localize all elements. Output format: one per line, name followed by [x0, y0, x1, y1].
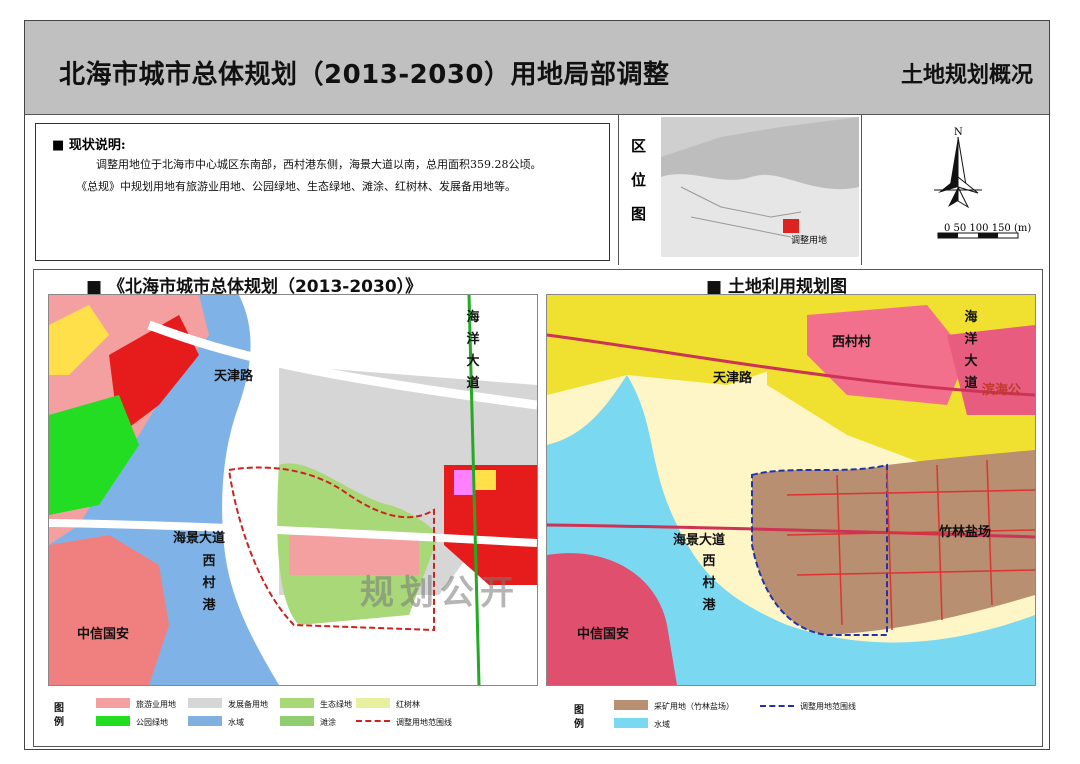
location-highlight: [783, 219, 799, 233]
maps-panel: ■ 《北海市城市总体规划（2013-2030）》 ■ 土地利用规划图 天津路 海…: [33, 269, 1043, 747]
left-legend-head: 图 例: [54, 702, 64, 730]
legend-swatch-boundary: [356, 720, 390, 722]
right-label-xicun: 西 村 港: [701, 551, 717, 617]
right-legend-head-1: 图: [574, 705, 584, 716]
left-label-haiyang: 海 洋 大 道: [465, 307, 481, 395]
right-xicun-3: 港: [702, 598, 716, 613]
watermark: 规划公开: [360, 573, 520, 613]
status-line-1: 调整用地位于北海市中心城区东南部，西村港东侧，海景大道以南，总用面积359.28…: [96, 158, 542, 171]
right-label-haijing: 海景大道: [673, 533, 726, 548]
left-xicun-2: 村: [202, 576, 216, 591]
right-map: 天津路 海景大道 西 村 港 中信国安 西村村 竹林盐场 滨海公 海 洋 大 道: [546, 294, 1036, 686]
legend-swatch-water-right: [614, 718, 648, 728]
status-description-box: ■ 现状说明: 调整用地位于北海市中心城区东南部，西村港东侧，海景大道以南，总用…: [35, 123, 610, 261]
legend-swatch-eco: [280, 698, 314, 708]
location-map-text: 调整用地: [791, 234, 827, 246]
north-arrow-icon: N: [934, 127, 1019, 239]
legend-label-water-right: 水域: [654, 720, 670, 729]
legend-label-water: 水域: [228, 718, 244, 727]
left-haiyang-3: 大: [466, 354, 480, 369]
legend-swatch-boundary-right: [760, 705, 794, 707]
legend-label-tourism: 旅游业用地: [136, 700, 176, 709]
right-legend-head-2: 例: [574, 719, 584, 730]
status-heading: ■ 现状说明:: [52, 138, 126, 153]
legend-swatch-park: [96, 716, 130, 726]
right-haiyang-3: 大: [964, 354, 978, 369]
legend-swatch-reserve: [188, 698, 222, 708]
left-legend-head-1: 图: [54, 703, 64, 714]
location-map-graphic: 调整用地: [661, 117, 859, 257]
left-legend: 图 例 旅游业用地 发展备用地 生态绿地 红树林 公园绿地 水域 滩涂 调整用地…: [48, 694, 536, 740]
right-xicun-2: 村: [702, 576, 716, 591]
left-label-tianjin: 天津路: [214, 369, 254, 384]
legend-swatch-tourism: [96, 698, 130, 708]
right-label-xicun-village: 西村村: [832, 335, 872, 350]
legend-label-boundary-right: 调整用地范围线: [800, 702, 856, 711]
right-xicun-1: 西: [702, 554, 716, 569]
left-xicun-3: 港: [202, 598, 216, 613]
right-haiyang-1: 海: [964, 310, 978, 325]
left-label-haijing: 海景大道: [173, 531, 226, 546]
right-label-binhai: 滨海公: [982, 383, 1022, 398]
location-label-1: 区: [631, 137, 647, 155]
legend-label-reserve: 发展备用地: [228, 700, 268, 709]
scale-label: 0 50 100 150 (m): [944, 223, 1032, 234]
legend-swatch-mining: [614, 700, 648, 710]
legend-label-tidal: 滩涂: [320, 718, 336, 727]
left-haiyang-1: 海: [466, 310, 480, 325]
left-xicun-1: 西: [202, 554, 216, 569]
right-legend-head: 图 例: [574, 704, 584, 732]
right-haiyang-2: 洋: [964, 332, 978, 347]
location-map: 调整用地: [661, 117, 859, 257]
legend-label-mining: 采矿用地（竹林盐场）: [654, 702, 734, 711]
compass-box: N 0 50 100 150 (m): [868, 115, 1051, 265]
title-bar: 北海市城市总体规划（2013-2030）用地局部调整 土地规划概况: [25, 21, 1049, 115]
right-legend: 图 例 采矿用地（竹林盐场） 水域 调整用地范围线: [574, 694, 1034, 740]
status-heading-text: 现状说明:: [68, 138, 126, 153]
left-legend-head-2: 例: [54, 717, 64, 728]
legend-label-eco: 生态绿地: [320, 700, 352, 709]
legend-label-mangrove: 红树林: [396, 700, 420, 709]
right-haiyang-4: 道: [964, 376, 978, 391]
left-label-zhongxin: 中信国安: [77, 627, 130, 642]
section-title: 土地规划概况: [900, 63, 1033, 88]
left-haiyang-2: 洋: [466, 332, 480, 347]
legend-swatch-tidal: [280, 716, 314, 726]
page-title: 北海市城市总体规划（2013-2030）用地局部调整: [59, 60, 670, 90]
location-label-2: 位: [631, 171, 647, 189]
status-line-2: 《总规》中规划用地有旅游业用地、公园绿地、生态绿地、滩涂、红树林、发展备用地等。: [76, 180, 516, 193]
north-letter: N: [954, 127, 963, 138]
right-label-zhongxin: 中信国安: [577, 627, 630, 642]
right-label-haiyang: 海 洋 大 道: [963, 307, 979, 395]
location-label-3: 图: [631, 205, 647, 223]
legend-swatch-mangrove: [356, 698, 390, 708]
right-label-tianjin: 天津路: [713, 371, 753, 386]
left-haiyang-4: 道: [466, 376, 480, 391]
map-sheet: 北海市城市总体规划（2013-2030）用地局部调整 土地规划概况 ■ 现状说明…: [24, 20, 1050, 750]
legend-label-boundary: 调整用地范围线: [396, 718, 452, 727]
left-map: 天津路 海景大道 西 村 港 中信国安 海 洋 大 道: [48, 294, 538, 686]
right-label-zhulin: 竹林盐场: [939, 525, 992, 540]
left-label-xicun: 西 村 港: [201, 551, 217, 617]
legend-swatch-water: [188, 716, 222, 726]
legend-label-park: 公园绿地: [136, 718, 168, 727]
location-map-box: 区 位 图 调整用地: [618, 115, 862, 265]
